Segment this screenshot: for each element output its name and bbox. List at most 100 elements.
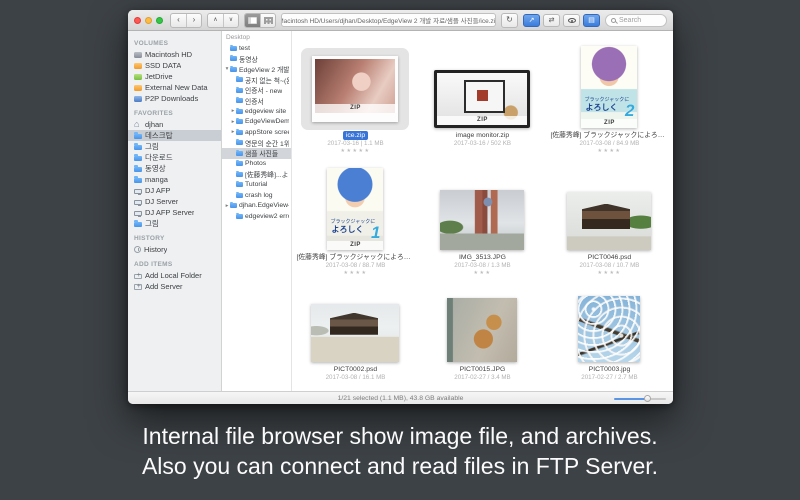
file-cell[interactable]: ZIP image monitor.zip 2017-03-16 / 502 K… — [419, 35, 546, 157]
tree-row[interactable]: Tutorial — [222, 180, 291, 191]
folder-icon — [230, 46, 237, 51]
thumbnail-image[interactable]: ZIP — [312, 56, 398, 122]
list-view-button[interactable] — [245, 14, 260, 27]
down-button[interactable]: ∨ — [223, 14, 238, 27]
thumbnail-image[interactable] — [578, 296, 640, 362]
thumbnail-image[interactable]: ブラックジャックに よろしく 1 ZIP — [327, 168, 383, 250]
status-text: 1/21 selected (1.1 MB), 43.8 GB availabl… — [338, 395, 464, 402]
sidebar-item-label: History — [144, 245, 167, 254]
tree-row[interactable]: ▸ djhan.EdgeView-2 — [222, 201, 291, 212]
folder-icon — [236, 119, 243, 124]
sidebar-row[interactable]: 그림 — [128, 218, 221, 229]
thumbnail-image[interactable] — [567, 192, 651, 250]
sidebar-row[interactable]: DJ Server — [128, 196, 221, 207]
close-window-button[interactable] — [134, 17, 141, 24]
sidebar-row[interactable]: manga — [128, 174, 221, 185]
file-cell[interactable]: IMG_3513.JPG 2017-03-08 / 1.3 MB ★★★ — [419, 157, 546, 279]
thumbnail-image[interactable]: ブラックジャックに よろしく 2 ZIP — [581, 46, 637, 128]
tree-row[interactable]: ▸ appStore screenshot — [222, 127, 291, 138]
folder-icon — [230, 56, 237, 61]
file-name[interactable]: PICT0002.psd — [331, 365, 380, 374]
tree-row[interactable]: 샘플 사진들 — [222, 148, 291, 159]
file-cell[interactable]: PICT0015.JPG 2017-02-27 / 3.4 MB — [419, 279, 546, 391]
thumbnail-grid: ZIP ice.zip 2017-03-16 | 1.1 MB ★★★★★ — [292, 31, 673, 391]
browser-mode-button[interactable]: ▤ — [583, 14, 600, 27]
tree-row[interactable]: test — [222, 43, 291, 54]
file-cell[interactable]: PICT0002.psd 2017-03-08 / 16.1 MB — [292, 279, 419, 391]
tree-row[interactable]: ▸ edgeview site — [222, 106, 291, 117]
sidebar-row[interactable]: Macintosh HD — [128, 49, 221, 60]
tree-row[interactable]: edgeview2 error log — [222, 211, 291, 222]
thumbnail-image[interactable] — [311, 304, 399, 362]
sidebar-row[interactable]: JetDrive — [128, 71, 221, 82]
sidebar-item-label: Macintosh HD — [145, 50, 192, 59]
file-name[interactable]: IMG_3513.JPG — [456, 253, 509, 262]
preview-button[interactable] — [563, 14, 580, 27]
status-bar: 1/21 selected (1.1 MB), 43.8 GB availabl… — [128, 391, 673, 404]
thumbnail-image[interactable] — [447, 298, 517, 362]
sidebar-item-label: djhan — [145, 120, 163, 129]
forward-button[interactable]: › — [186, 14, 201, 27]
share-button[interactable]: ↗ — [523, 14, 540, 27]
thumbnail-image[interactable] — [440, 190, 524, 250]
sidebar-row[interactable]: 동영상 — [128, 163, 221, 174]
thumbnail-view-button[interactable] — [260, 14, 275, 27]
folder-icon — [236, 88, 243, 93]
file-name[interactable]: image monitor.zip — [453, 131, 512, 140]
sidebar-row[interactable]: SSD DATA — [128, 60, 221, 71]
tree-row[interactable]: 영문의 순간 1위 — [222, 138, 291, 149]
sidebar-row[interactable]: Add Local Folder — [128, 270, 221, 281]
thumbnail-image[interactable]: ZIP — [434, 70, 530, 128]
file-name[interactable]: PICT0003.jpg — [586, 365, 634, 374]
file-cell[interactable]: ブラックジャックに よろしく 1 ZIP [佐藤秀峰] ブラックジャックによろし… — [292, 157, 419, 279]
sidebar-row[interactable]: DJ AFP — [128, 185, 221, 196]
up-button[interactable]: ∧ — [208, 14, 223, 27]
tree-row[interactable]: [佐藤秀峰]...よろしく — [222, 169, 291, 180]
window-titlebar[interactable]: ‹ › ∧ ∨ Macintosh HD/Users/djhan/Desktop… — [128, 10, 673, 31]
zoom-slider-knob[interactable] — [644, 395, 651, 402]
folder-icon — [236, 214, 243, 219]
file-name[interactable]: PICT0015.JPG — [457, 365, 509, 374]
zoom-window-button[interactable] — [156, 17, 163, 24]
search-input[interactable]: Search — [605, 14, 667, 27]
tree-row[interactable]: 인증서 - new — [222, 85, 291, 96]
tree-row[interactable]: ▾ EdgeView 2 개발 자료 — [222, 64, 291, 75]
sidebar-row[interactable]: 다운로드 — [128, 152, 221, 163]
sidebar-row[interactable]: P2P Downloads — [128, 93, 221, 104]
sidebar-row[interactable]: DJ AFP Server — [128, 207, 221, 218]
tree-row[interactable]: Photos — [222, 159, 291, 170]
file-name[interactable]: ice.zip — [343, 131, 368, 140]
tree-row[interactable]: 동영상 — [222, 54, 291, 65]
sidebar-row[interactable]: History — [128, 244, 221, 255]
sidebar-row[interactable]: 데스크탑 — [128, 130, 221, 141]
tree-root-label: Desktop — [222, 33, 291, 43]
refresh-button[interactable]: ↻ — [502, 14, 517, 27]
zip-badge: ZIP — [327, 241, 383, 250]
file-cell[interactable]: PICT0003.jpg 2017-02-27 / 2.7 MB — [546, 279, 673, 391]
path-field[interactable]: Macintosh HD/Users/djhan/Desktop/EdgeVie… — [281, 13, 496, 27]
sidebar-row[interactable]: Add Server — [128, 281, 221, 292]
back-button[interactable]: ‹ — [171, 14, 186, 27]
file-cell[interactable]: ブラックジャックに よろしく 2 ZIP [佐藤秀峰] ブラックジャックによろし… — [546, 35, 673, 157]
minimize-window-button[interactable] — [145, 17, 152, 24]
transfer-button[interactable]: ⇄ — [543, 14, 560, 27]
tree-row[interactable]: 공지 없는 척~(완전 몰이) — [222, 75, 291, 86]
sidebar-row[interactable]: djhan — [128, 119, 221, 130]
file-name[interactable]: PICT0046.psd — [585, 253, 634, 262]
sidebar-row[interactable]: 그림 — [128, 141, 221, 152]
tree-row[interactable]: crash log — [222, 190, 291, 201]
sidebar-row[interactable]: ADD ITEMS — [128, 259, 221, 270]
zip-badge: ZIP — [437, 116, 527, 125]
tree-row[interactable]: 인증서 — [222, 96, 291, 107]
tree-row[interactable]: ▸ EdgeViewDemo(ver2) — [222, 117, 291, 128]
sidebar-row[interactable]: External New Data — [128, 82, 221, 93]
file-name[interactable]: [佐藤秀峰] ブラックジャックによろしく02.zip — [547, 131, 671, 140]
sidebar-row[interactable]: FAVORITES — [128, 108, 221, 119]
thumbnail-wrap: ブラックジャックに よろしく 2 ZIP — [581, 46, 637, 128]
sidebar-row[interactable]: VOLUMES — [128, 38, 221, 49]
file-name[interactable]: [佐藤秀峰] ブラックジャックによろしく01.zip — [293, 253, 417, 262]
file-cell[interactable]: ZIP ice.zip 2017-03-16 | 1.1 MB ★★★★★ — [292, 35, 419, 157]
sidebar-row[interactable]: HISTORY — [128, 233, 221, 244]
file-cell[interactable]: PICT0046.psd 2017-03-08 / 10.7 MB ★★★★ — [546, 157, 673, 279]
thumbnail-zoom-slider[interactable] — [614, 398, 666, 400]
